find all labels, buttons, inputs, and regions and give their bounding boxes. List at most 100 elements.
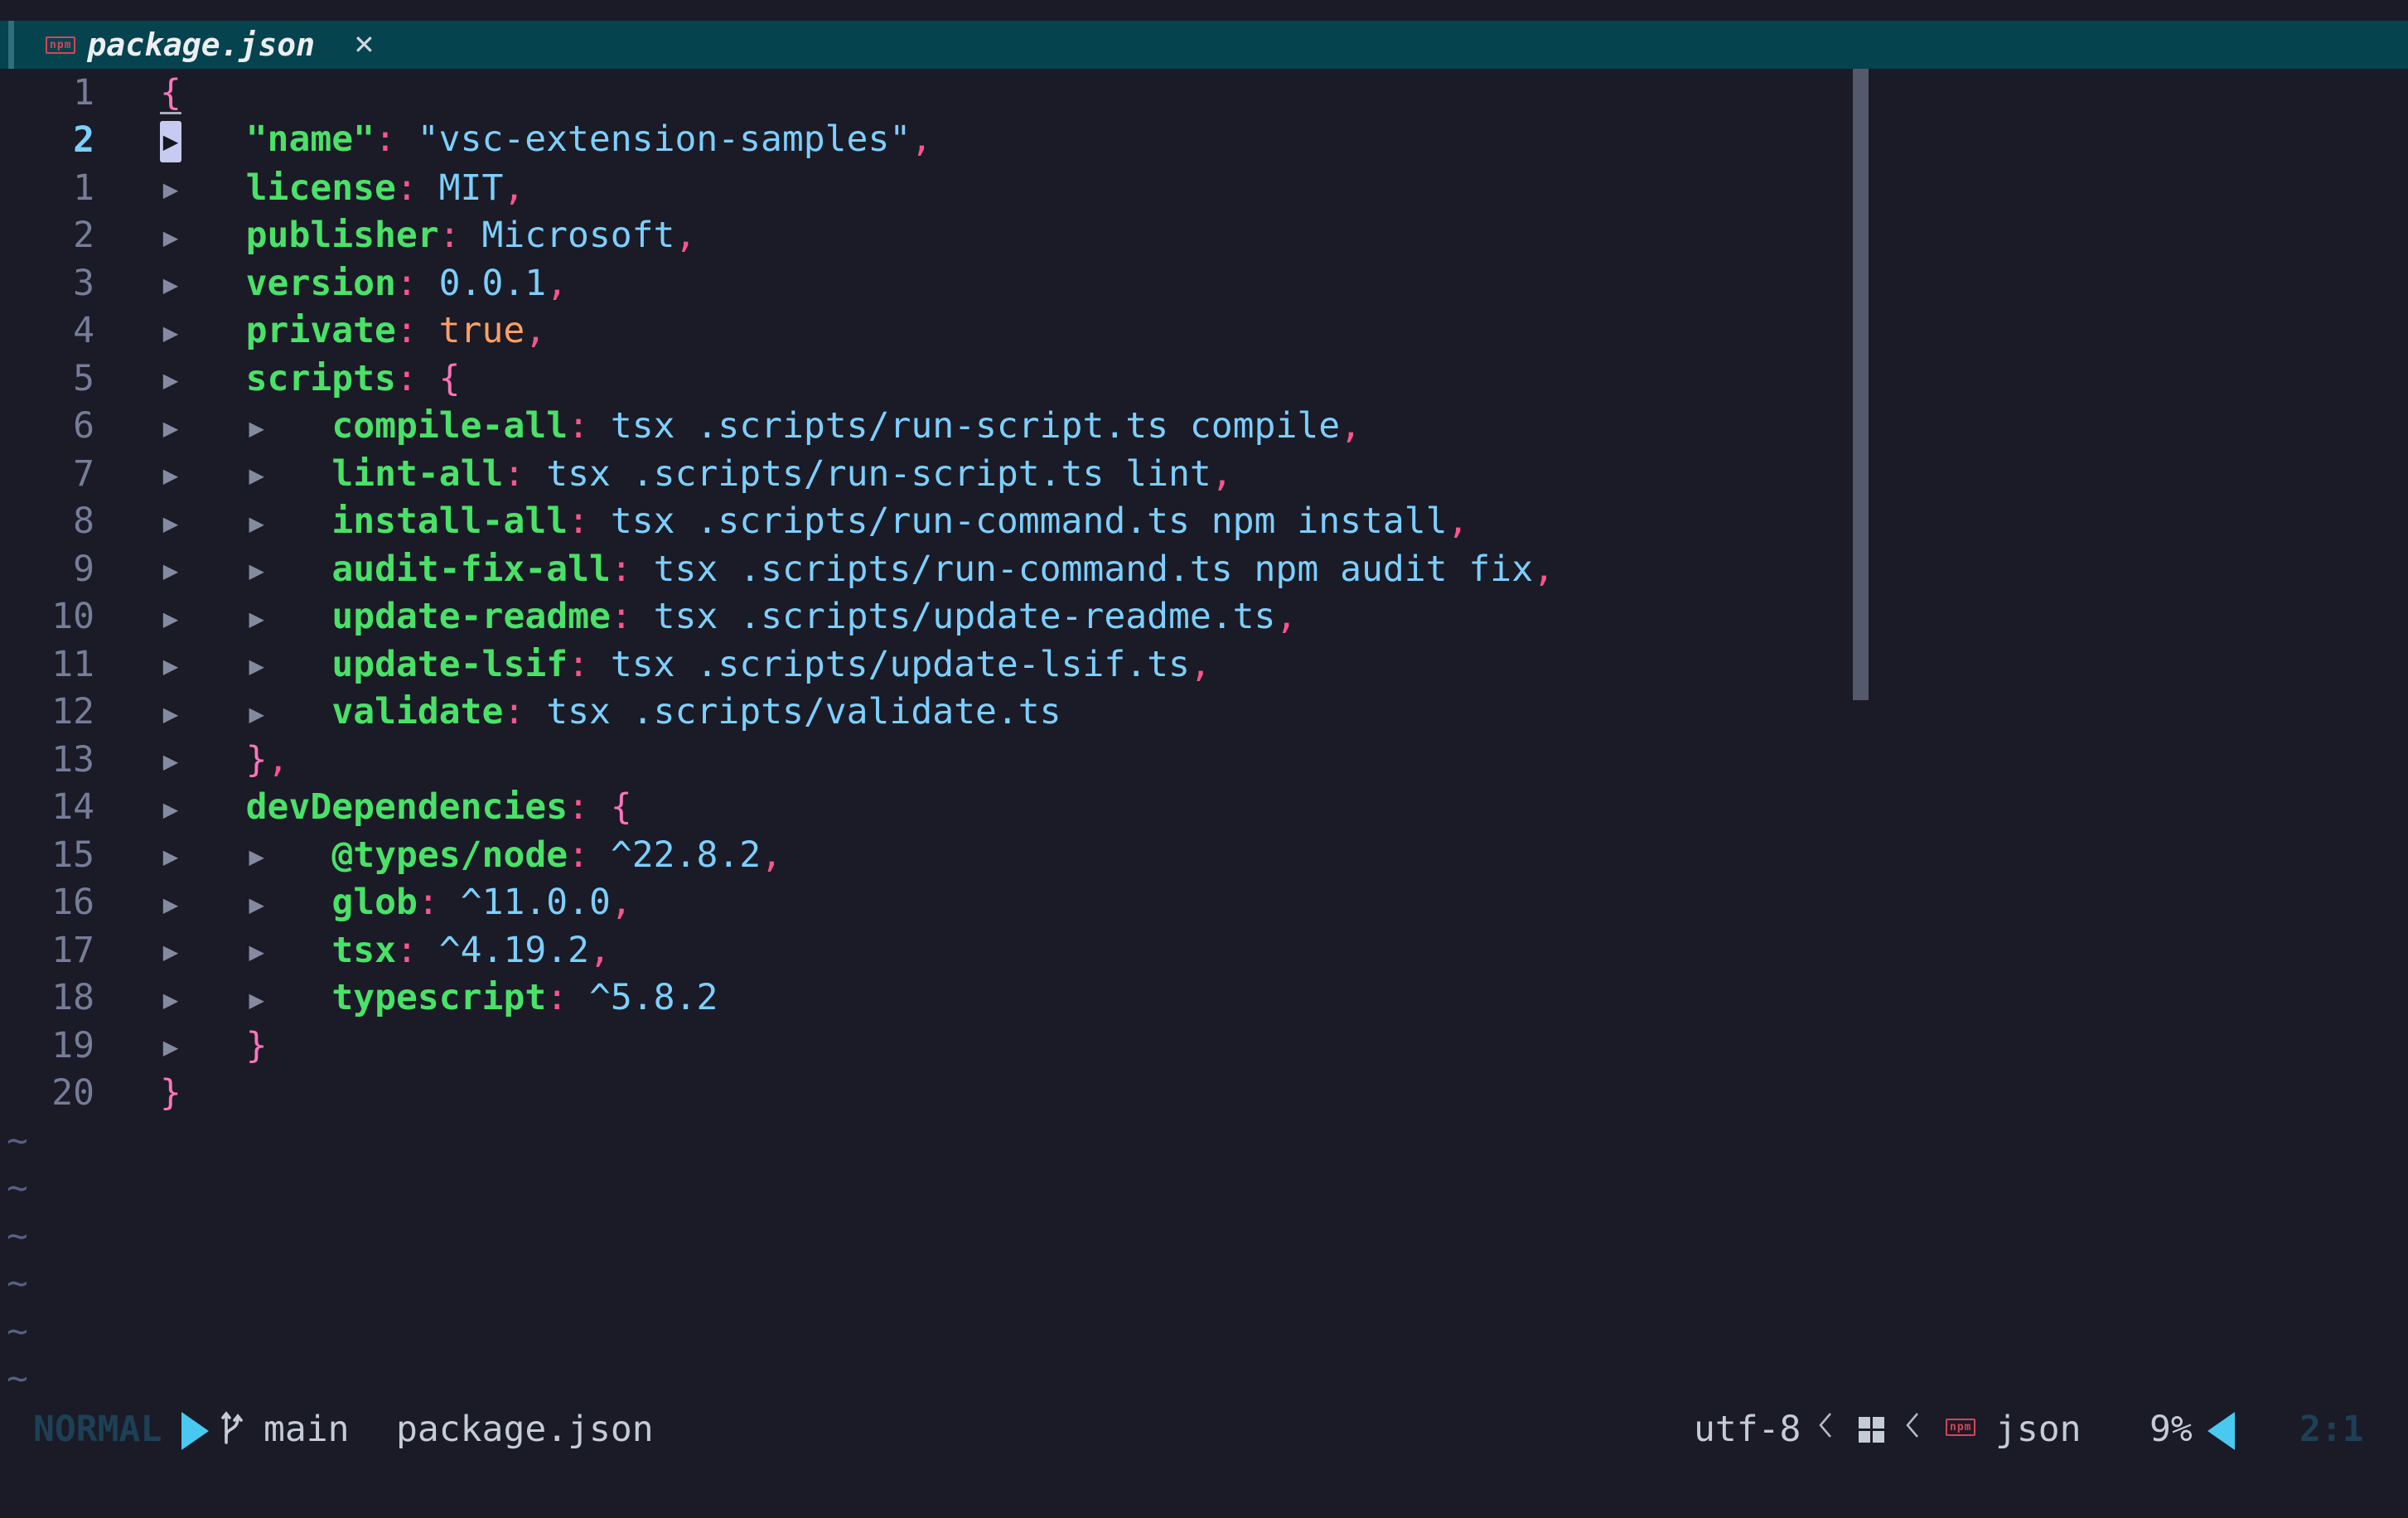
fold-marker-icon[interactable]: ▶ (246, 989, 268, 1012)
syntax-token: tsx .scripts/run-command.ts npm install (611, 500, 1448, 542)
syntax-token: { (160, 72, 181, 114)
syntax-token: tsx .scripts/update-readme.ts (654, 596, 1276, 637)
code-line[interactable]: 20} (0, 1070, 2408, 1118)
fold-marker-icon[interactable]: ▶ (160, 703, 181, 726)
empty-line: ~ (0, 1212, 2408, 1260)
fold-marker-icon[interactable]: ▶ (160, 893, 181, 916)
fold-marker-icon[interactable]: ▶ (246, 940, 268, 964)
fold-marker-icon[interactable]: ▶ (246, 417, 268, 440)
fold-marker-icon[interactable]: ▶ (160, 512, 181, 535)
fold-marker-icon[interactable]: ▶ (160, 559, 181, 583)
syntax-token: glob (331, 882, 418, 923)
syntax-token: , (525, 310, 546, 351)
syntax-token: publisher (246, 215, 439, 256)
line-number: 18 (0, 977, 94, 1018)
chevron-left-icon (1902, 1411, 1923, 1439)
code-line[interactable]: 2▶ "name": "vsc-extension-samples", (0, 117, 2408, 165)
scrollbar-thumb[interactable] (1853, 69, 1869, 700)
code-text: ▶ ▶ compile-all: tsx .scripts/run-script… (160, 405, 1361, 447)
syntax-token: ^4.19.2 (439, 930, 589, 971)
code-line[interactable]: 7▶ ▶ lint-all: tsx .scripts/run-script.t… (0, 450, 2408, 498)
fold-marker-icon[interactable]: ▶ (246, 464, 268, 487)
syntax-token: , (611, 882, 632, 923)
code-line[interactable]: 12▶ ▶ validate: tsx .scripts/validate.ts (0, 689, 2408, 737)
code-line[interactable]: 5▶ scripts: { (0, 355, 2408, 403)
fold-marker-icon[interactable]: ▶ (160, 607, 181, 631)
fold-marker-icon[interactable]: ▶ (246, 512, 268, 535)
windows-icon (1859, 1417, 1884, 1443)
code-line[interactable]: 10▶ ▶ update-readme: tsx .scripts/update… (0, 593, 2408, 641)
cursor-on-fold-marker-icon[interactable]: ▶ (160, 121, 181, 162)
code-line[interactable]: 19▶ } (0, 1022, 2408, 1070)
code-line[interactable]: 4▶ private: true, (0, 307, 2408, 355)
code-line[interactable]: 2▶ publisher: Microsoft, (0, 212, 2408, 260)
fold-marker-icon[interactable]: ▶ (160, 1036, 181, 1059)
code-line[interactable]: 6▶ ▶ compile-all: tsx .scripts/run-scrip… (0, 403, 2408, 451)
fold-marker-icon[interactable]: ▶ (160, 750, 181, 773)
syntax-token: } (160, 1072, 181, 1114)
fold-marker-icon[interactable]: ▶ (160, 369, 181, 392)
code-text: ▶ publisher: Microsoft, (160, 215, 696, 256)
line-number: 17 (0, 930, 94, 971)
code-text: ▶ } (160, 1025, 268, 1066)
fold-marker-icon[interactable]: ▶ (160, 464, 181, 487)
close-icon[interactable]: ✕ (353, 29, 375, 60)
fold-marker-icon[interactable]: ▶ (160, 417, 181, 440)
syntax-token: validate (331, 691, 503, 732)
syntax-token: { (439, 358, 461, 399)
code-line[interactable]: 13▶ }, (0, 736, 2408, 784)
fold-marker-icon[interactable]: ▶ (160, 940, 181, 964)
tabline: npm package.json ✕ (0, 21, 2408, 69)
code-line[interactable]: 14▶ devDependencies: { (0, 784, 2408, 832)
code-line[interactable]: 18 ▶ ▶ typescript: ^5.8.2 (0, 974, 2408, 1022)
fold-marker-icon[interactable]: ▶ (246, 607, 268, 631)
syntax-token: tsx (331, 930, 396, 971)
code-line[interactable]: 15▶ ▶ @types/node: ^22.8.2, (0, 831, 2408, 879)
empty-line: ~ (0, 1260, 2408, 1308)
code-text: } (160, 1072, 181, 1114)
syntax-token: license (246, 167, 396, 209)
code-text: ▶ private: true, (160, 310, 546, 351)
line-number: 20 (0, 1072, 94, 1114)
code-line[interactable]: 3▶ version: 0.0.1, (0, 259, 2408, 307)
code-line[interactable]: 8▶ ▶ install-all: tsx .scripts/run-comma… (0, 498, 2408, 546)
code-line[interactable]: 1{ (0, 69, 2408, 117)
mode-indicator: NORMAL (33, 1409, 162, 1450)
fold-marker-icon[interactable]: ▶ (246, 845, 268, 868)
powerline-separator-icon (181, 1412, 209, 1450)
code-line[interactable]: 16▶ ▶ glob: ^11.0.0, (0, 879, 2408, 927)
syntax-token: update-readme (331, 596, 611, 637)
buffer-rows[interactable]: 1{2▶ "name": "vsc-extension-samples",1▶ … (0, 69, 2408, 1403)
syntax-token: , (1211, 453, 1233, 495)
fold-marker-icon[interactable]: ▶ (160, 226, 181, 249)
code-line[interactable]: 17 ▶ ▶ tsx: ^4.19.2, (0, 926, 2408, 974)
syntax-token: version (246, 263, 396, 304)
line-number: 15 (0, 834, 94, 876)
fold-marker-icon[interactable]: ▶ (160, 845, 181, 868)
syntax-token: @types/node (331, 834, 568, 876)
fold-marker-icon[interactable]: ▶ (160, 989, 181, 1012)
fold-marker-icon[interactable]: ▶ (246, 559, 268, 583)
tilde-marker: ~ (0, 1311, 94, 1352)
fold-marker-icon[interactable]: ▶ (160, 273, 181, 297)
syntax-token: , (1533, 549, 1555, 590)
fold-marker-icon[interactable]: ▶ (160, 321, 181, 345)
syntax-token: , (1448, 500, 1469, 542)
fold-marker-icon[interactable]: ▶ (246, 893, 268, 916)
tab-package-json[interactable]: npm package.json ✕ (14, 21, 375, 69)
fold-marker-icon[interactable]: ▶ (246, 655, 268, 678)
syntax-token: : (396, 167, 439, 209)
tab-title: package.json (87, 27, 315, 63)
code-text: ▶ ▶ tsx: ^4.19.2, (160, 930, 611, 971)
code-line[interactable]: 1▶ license: MIT, (0, 164, 2408, 212)
code-line[interactable]: 11▶ ▶ update-lsif: tsx .scripts/update-l… (0, 641, 2408, 689)
fold-marker-icon[interactable]: ▶ (160, 798, 181, 821)
code-text: ▶ ▶ typescript: ^5.8.2 (160, 977, 718, 1018)
fold-marker-icon[interactable]: ▶ (246, 703, 268, 726)
syntax-token: , (546, 263, 568, 304)
git-branch-icon (215, 1409, 248, 1448)
fold-marker-icon[interactable]: ▶ (160, 655, 181, 678)
code-text: ▶ ▶ lint-all: tsx .scripts/run-script.ts… (160, 453, 1233, 495)
fold-marker-icon[interactable]: ▶ (160, 178, 181, 201)
code-line[interactable]: 9▶ ▶ audit-fix-all: tsx .scripts/run-com… (0, 545, 2408, 593)
